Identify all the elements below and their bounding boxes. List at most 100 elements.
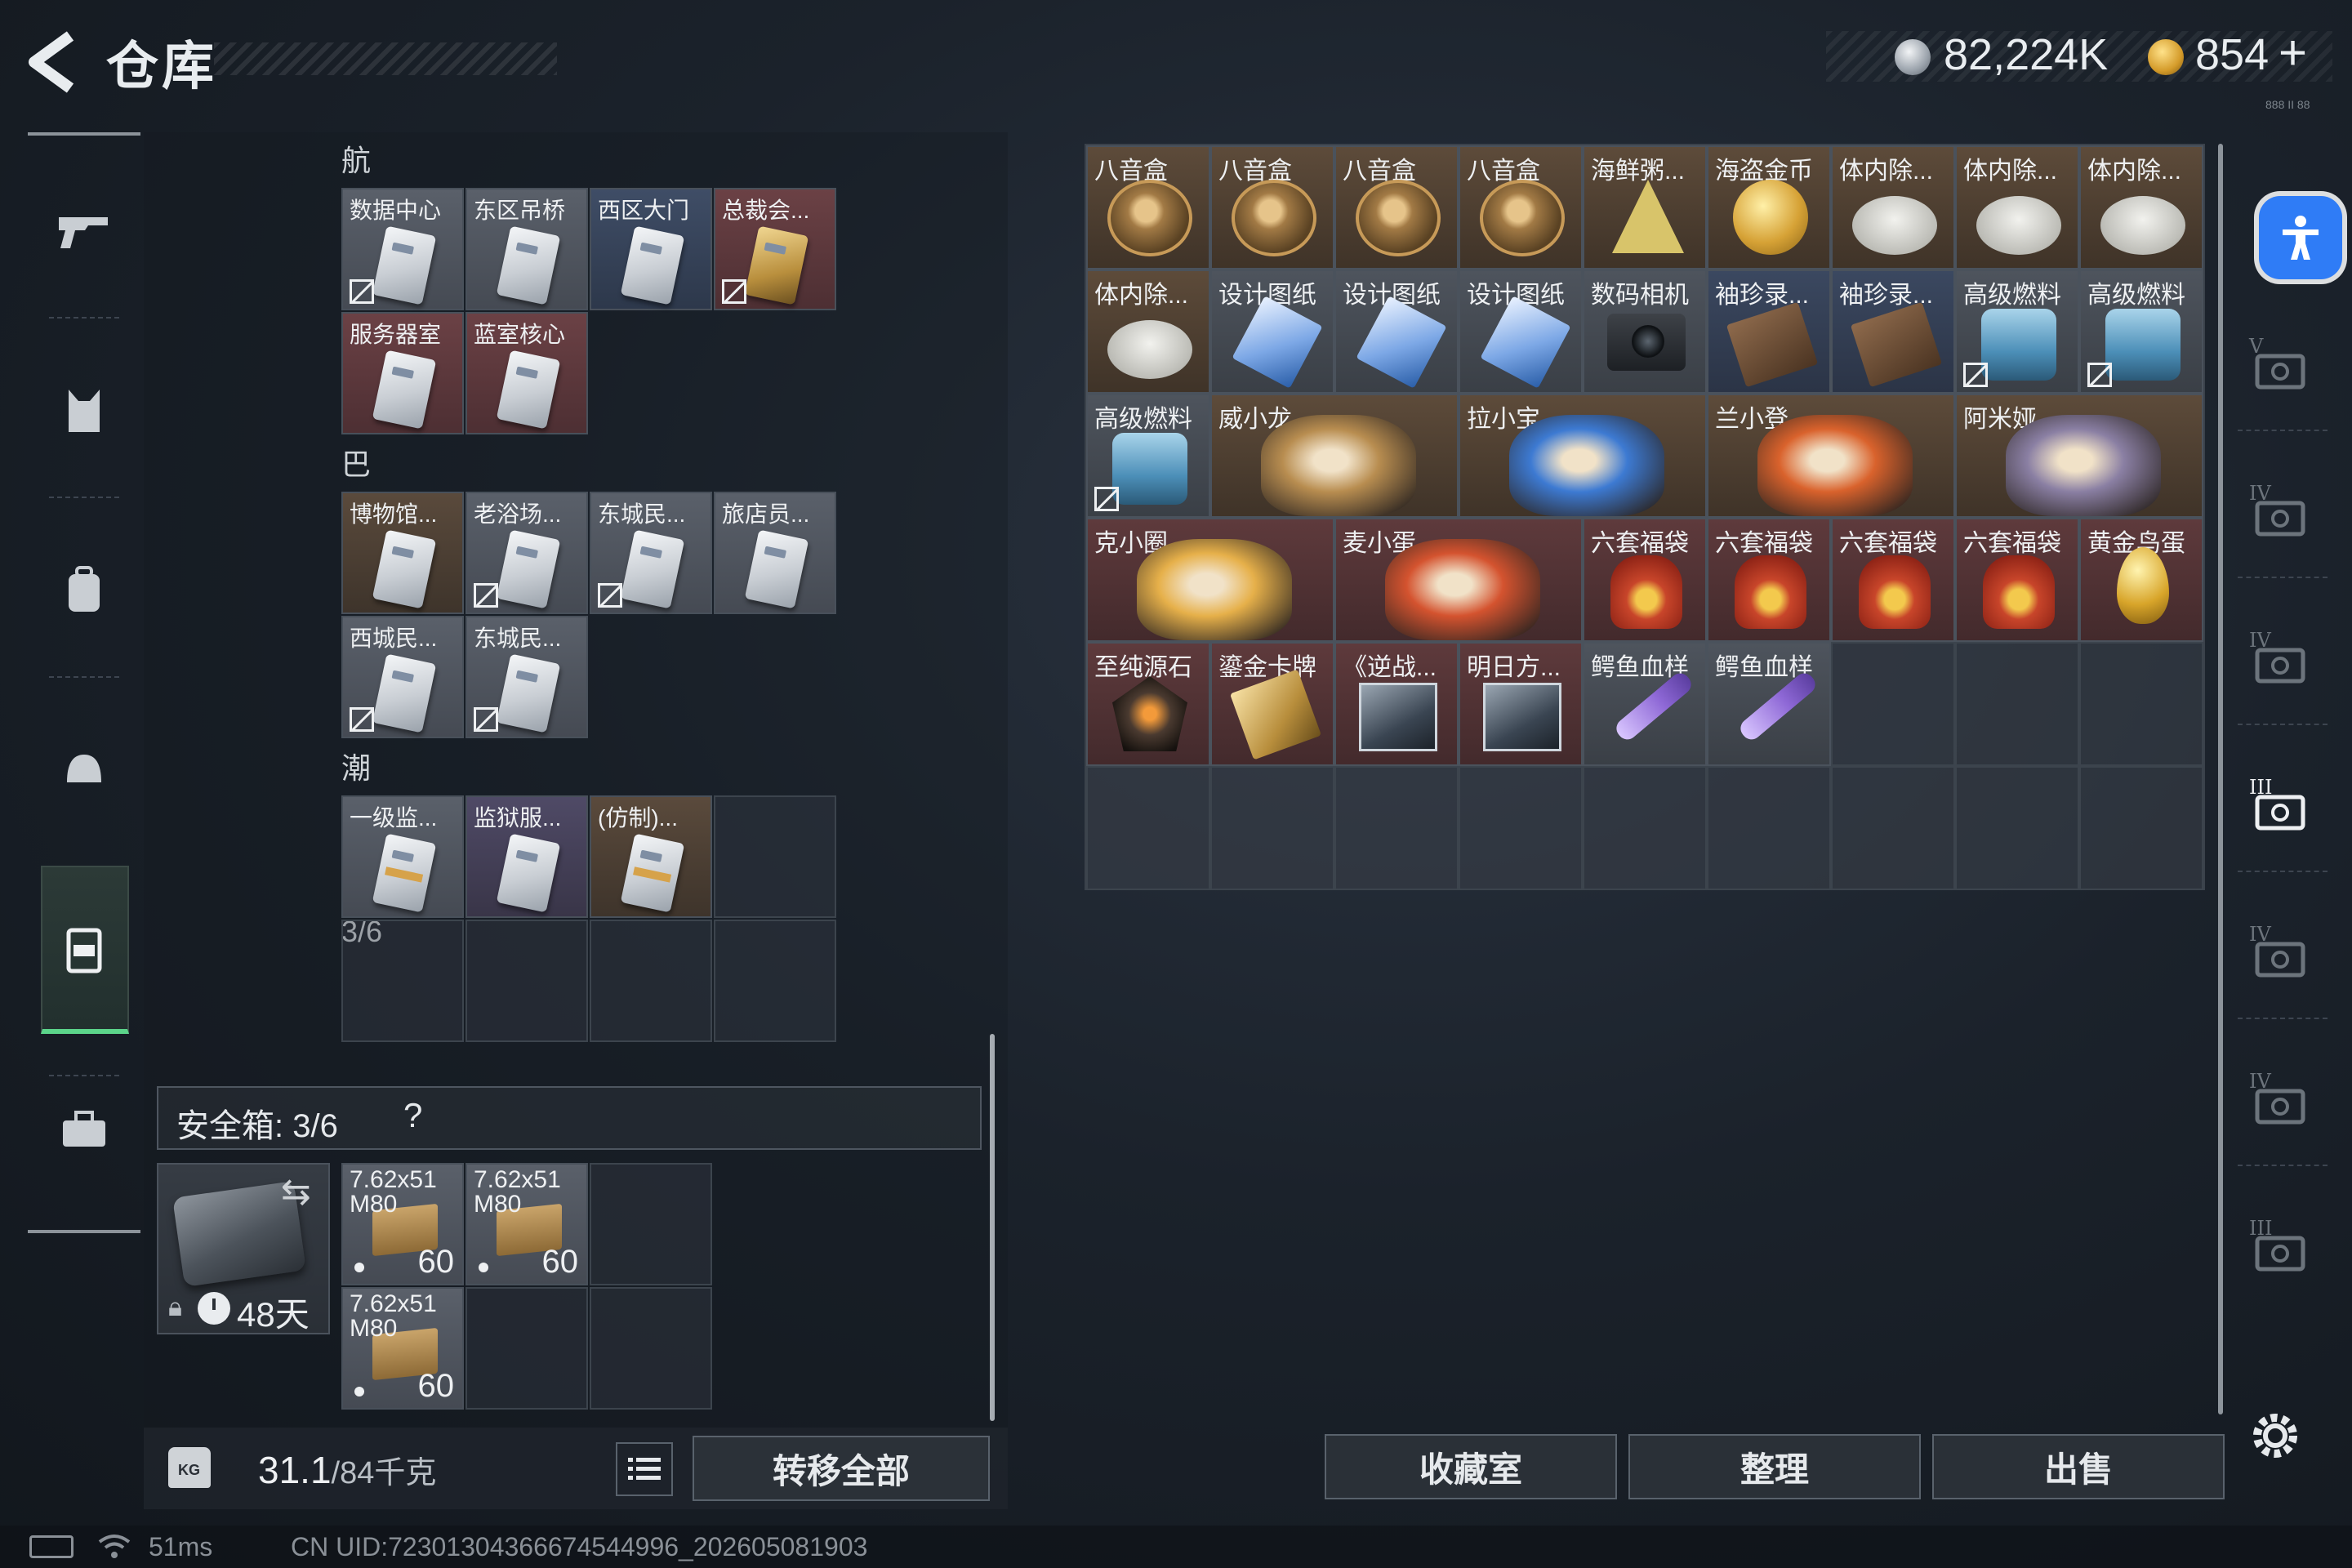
keycard-slot[interactable]: 老浴场... [466,492,588,614]
storage-item[interactable]: 鎏金卡牌 [1210,642,1334,766]
keycard-slot[interactable]: 服务器室 [341,312,464,434]
storage-item[interactable]: 高级燃料 [1955,270,2079,394]
keycard-slot[interactable]: 监狱服... [466,795,588,918]
rail-item-iv[interactable]: IV [2238,472,2328,550]
rail-item-iv[interactable]: IV [2238,913,2328,991]
storage-item[interactable]: 《逆战... [1334,642,1459,766]
storage-item[interactable]: 兰小登 [1707,394,1955,518]
storage-item[interactable]: 设计图纸 [1459,270,1583,394]
storage-item[interactable]: 八音盒 [1459,145,1583,270]
unbound-icon [1963,363,1988,387]
storage-item[interactable]: 威小龙 [1210,394,1459,518]
rail-item-iii[interactable]: III [2238,1207,2328,1285]
storage-item[interactable]: 体内除... [2079,145,2203,270]
keycard-slot[interactable]: 蓝室核心 [466,312,588,434]
carry-weight-current: 31.1 [258,1449,332,1491]
music-box-icon [1107,180,1192,256]
rail-item-iii[interactable]: III [2238,766,2328,844]
storage-item[interactable]: 体内除... [1831,145,1955,270]
rail-item-v[interactable]: V [2238,325,2328,403]
swap-icon[interactable]: ⇆ [281,1171,311,1213]
sidebar-item-backpack[interactable] [49,555,119,626]
storage-item[interactable]: 数码相机 [1583,270,1707,394]
keycard-slot[interactable]: 数据中心 [341,188,464,310]
keycard-slot[interactable]: 东城民... [466,616,588,738]
keycard-slot[interactable]: 旅店员... [714,492,836,614]
gear-icon [2253,1414,2297,1458]
keycard-slot[interactable]: 西城民... [341,616,464,738]
sidebar-item-toolbox[interactable] [49,1094,119,1165]
sell-button[interactable]: 出售 [1932,1434,2225,1499]
storage-item[interactable]: 六套福袋 [1831,518,1955,642]
safe-box-help-button[interactable]: ? [403,1096,422,1135]
backpack-icon [69,566,100,612]
sidebar-top-line [28,132,140,136]
collection-room-button[interactable]: 收藏室 [1325,1434,1617,1499]
empty-slot [341,920,464,1042]
storage-item[interactable]: 八音盒 [1210,145,1334,270]
storage-item[interactable]: 袖珍录... [1707,270,1831,394]
storage-item[interactable]: 袖珍录... [1831,270,1955,394]
ammo-slot[interactable]: 7.62x51 M80 60 [466,1163,588,1285]
storage-item[interactable]: 八音盒 [1334,145,1459,270]
list-view-button[interactable] [616,1442,673,1496]
empty-slot [590,920,712,1042]
keycard-slot[interactable]: 东城民... [590,492,712,614]
storage-item[interactable]: 阿米娅 [1955,394,2203,518]
accessibility-button[interactable] [2259,196,2342,279]
left-panel-scrollbar[interactable] [990,1034,995,1421]
sort-button[interactable]: 整理 [1628,1434,1921,1499]
rail-item-iv[interactable]: IV [2238,619,2328,697]
storage-item[interactable]: 高级燃料 [1086,394,1210,518]
storage-item[interactable]: 麦小蛋 [1334,518,1583,642]
rail-divider [2238,871,2328,872]
pill-tin-icon [1852,196,1937,255]
storage-item[interactable]: 高级燃料 [2079,270,2203,394]
carry-weight-max: /84千克 [331,1456,437,1490]
storage-item[interactable]: 至纯源石 [1086,642,1210,766]
sidebar-item-armor[interactable] [49,376,119,446]
item-label: 鎏金卡牌 [1218,654,1316,681]
safe-box-container[interactable]: ⇆ 🔒︎ 48天 [157,1163,330,1334]
ammo-slot[interactable]: 7.62x51 M80 60 [341,1287,464,1410]
empty-slot [714,920,836,1042]
keycard-label: 一级监... [350,805,438,831]
storage-item[interactable]: 克小圈 [1086,518,1334,642]
sidebar-item-helmet[interactable] [49,735,119,805]
keycard-label: 东城民... [598,501,686,527]
storage-item[interactable]: 八音盒 [1086,145,1210,270]
storage-item[interactable]: 六套福袋 [1707,518,1831,642]
keycard-slot[interactable]: 博物馆... [341,492,464,614]
gold-egg-icon [2117,547,2169,624]
storage-scrollbar[interactable] [2218,144,2223,1414]
ammo-slot[interactable]: 7.62x51 M80 60 [341,1163,464,1285]
storage-item[interactable]: 设计图纸 [1210,270,1334,394]
storage-item[interactable]: 六套福袋 [1955,518,2079,642]
storage-item[interactable]: 拉小宝 [1459,394,1707,518]
fuel-can-icon [1981,309,2056,381]
sidebar-item-weapons[interactable] [49,196,119,266]
rail-item-iv[interactable]: IV [2238,1060,2328,1138]
storage-item[interactable]: 海盗金币 [1707,145,1831,270]
keycard-slot[interactable]: 西区大门 [590,188,712,310]
back-button[interactable] [23,29,88,95]
keycard-slot[interactable]: (仿制)... [590,795,712,918]
storage-item[interactable]: 体内除... [1955,145,2079,270]
storage-item[interactable]: 六套福袋 [1583,518,1707,642]
storage-item[interactable]: 体内除... [1086,270,1210,394]
storage-item[interactable]: 鳄鱼血样 [1707,642,1831,766]
transfer-all-button[interactable]: 转移全部 [693,1436,990,1501]
storage-item[interactable]: 鳄鱼血样 [1583,642,1707,766]
fuel-can-icon [1112,433,1187,505]
sidebar-item-keycards[interactable] [49,915,119,985]
keycard-slot[interactable]: 总裁会... [714,188,836,310]
storage-item[interactable]: 设计图纸 [1334,270,1459,394]
keycard-slot[interactable]: 一级监... [341,795,464,918]
storage-item[interactable]: 海鲜粥... [1583,145,1707,270]
storage-item[interactable]: 明日方... [1459,642,1583,766]
case-iii-icon: III [2249,1217,2305,1272]
settings-button[interactable] [2246,1406,2305,1465]
storage-item[interactable]: 黄金鸟蛋 [2079,518,2203,642]
add-currency-button[interactable]: + [2278,24,2307,81]
keycard-slot[interactable]: 东区吊桥 [466,188,588,310]
